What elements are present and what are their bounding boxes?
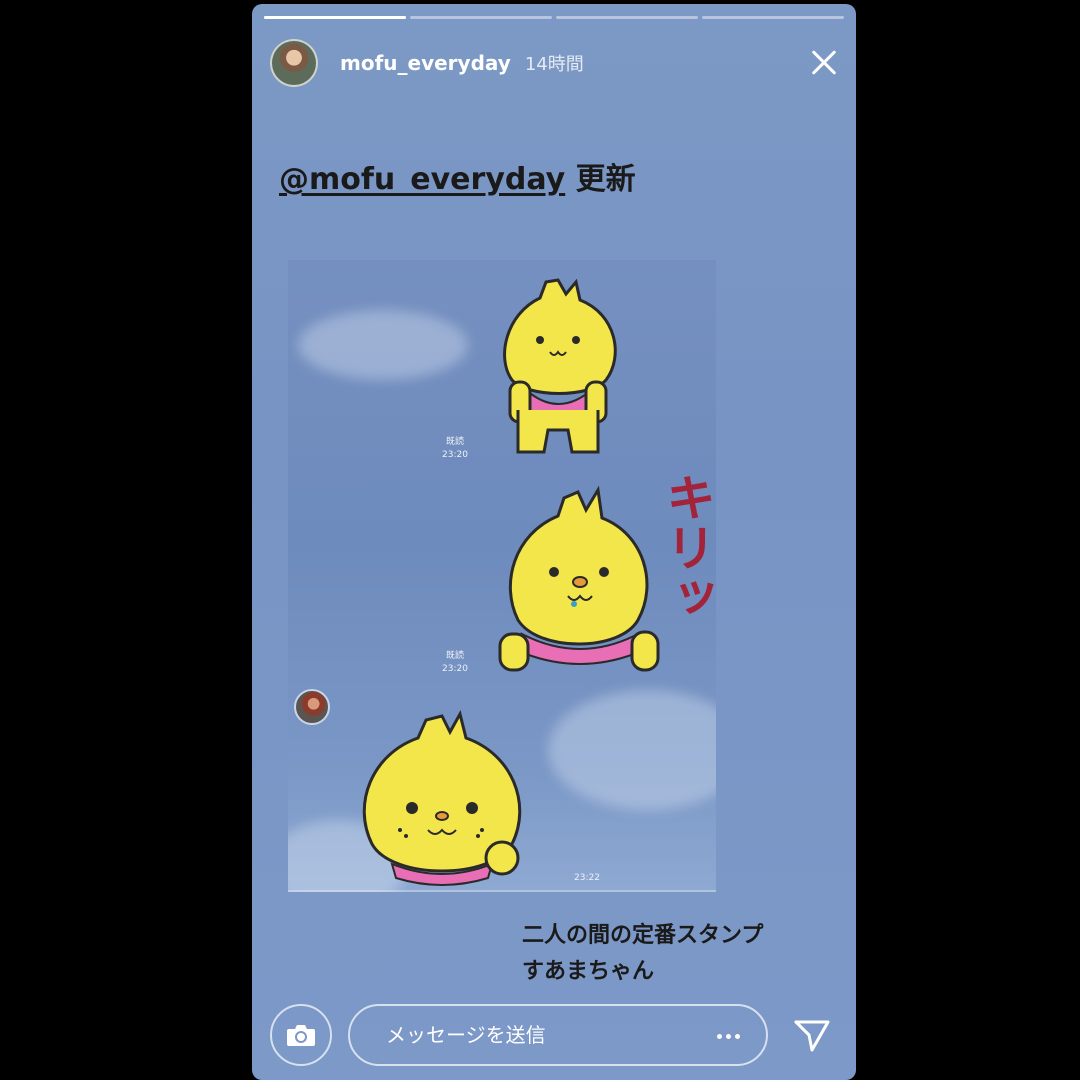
profile-avatar[interactable]: [270, 39, 318, 87]
message-time: 23:20: [442, 450, 468, 460]
chick-bib-sticker: [503, 278, 617, 454]
read-label: 既読: [445, 651, 464, 661]
story-progress-bar: [264, 16, 844, 19]
progress-segment: [264, 16, 406, 19]
story-caption: @mofu_everyday 更新: [279, 154, 636, 198]
message-time: 23:22: [574, 873, 600, 883]
progress-segment: [702, 16, 844, 19]
message-time: 23:20: [442, 664, 468, 674]
note-line: すあまちゃん: [522, 959, 655, 984]
chick-smile-sticker: [362, 709, 522, 886]
cloud-shape: [548, 690, 716, 810]
progress-fill: [264, 16, 406, 19]
message-input[interactable]: [384, 1022, 688, 1048]
post-time: 14時間: [524, 54, 584, 75]
chat-screenshot: 既読 23:20 既読 23:20 キリッ 23:22: [288, 260, 716, 892]
kiri-sticker-text: キリッ: [658, 472, 716, 622]
divider: [288, 890, 716, 892]
username[interactable]: mofu_everyday: [340, 51, 511, 75]
camera-icon: [287, 1025, 315, 1046]
chat-avatar: [294, 689, 330, 725]
reply-bar: [270, 1002, 838, 1068]
read-label: 既読: [445, 437, 464, 447]
read-receipt: 既読 23:20: [442, 436, 468, 462]
more-dots-icon[interactable]: [717, 1034, 740, 1039]
progress-segment: [556, 16, 698, 19]
story-viewer[interactable]: mofu_everyday 14時間 @mofu_everyday 更新 既読 …: [252, 4, 856, 1080]
cloud-shape: [298, 310, 468, 380]
story-note: 二人の間の定番スタンプ すあまちゃん: [522, 918, 763, 990]
close-icon[interactable]: [804, 43, 844, 83]
note-line: 二人の間の定番スタンプ: [522, 923, 764, 948]
story-header: mofu_everyday 14時間: [270, 34, 844, 92]
mention-link[interactable]: @mofu_everyday: [279, 162, 565, 197]
camera-button[interactable]: [270, 1004, 332, 1066]
chick-kiri-sticker: [498, 485, 660, 672]
read-receipt: 既読 23:20: [442, 650, 468, 676]
send-icon[interactable]: [792, 1016, 832, 1056]
caption-text: 更新: [565, 162, 636, 197]
progress-segment: [410, 16, 552, 19]
message-input-container[interactable]: [348, 1004, 768, 1066]
